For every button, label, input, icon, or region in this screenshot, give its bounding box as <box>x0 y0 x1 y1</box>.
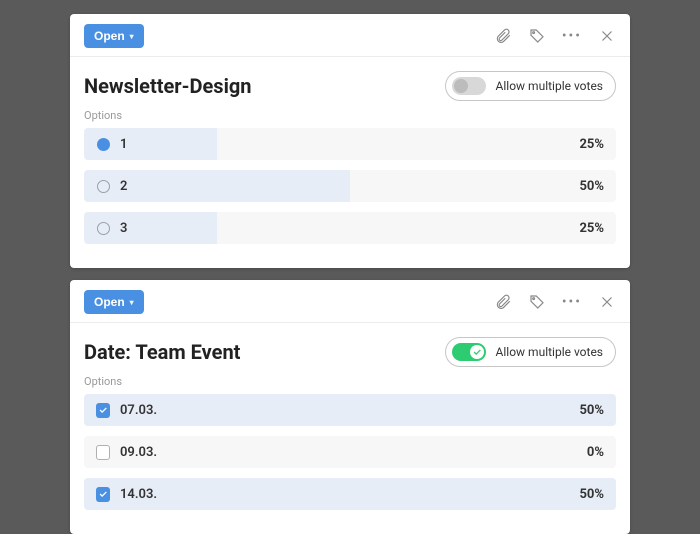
card-body: Date: Team Event Allow multiple votes Op… <box>70 323 630 524</box>
status-label: Open <box>94 295 125 309</box>
header-icons: ••• <box>494 293 616 311</box>
toggle-label: Allow multiple votes <box>496 345 603 359</box>
checkbox-checked-icon[interactable] <box>96 403 110 417</box>
close-icon[interactable] <box>598 27 616 45</box>
option-percentage: 25% <box>579 221 604 236</box>
option-percentage: 50% <box>579 487 604 502</box>
option-label: 09.03. <box>120 445 157 460</box>
status-open-button[interactable]: Open ▾ <box>84 24 144 48</box>
option-row[interactable]: 3 25% <box>84 212 616 244</box>
paperclip-icon[interactable] <box>494 27 512 45</box>
card-header: Open ▾ ••• <box>70 14 630 56</box>
option-row[interactable]: 1 25% <box>84 128 616 160</box>
title-row: Newsletter-Design Allow multiple votes <box>84 71 616 101</box>
option-label: 14.03. <box>120 487 157 502</box>
card-body: Newsletter-Design Allow multiple votes O… <box>70 57 630 258</box>
status-open-button[interactable]: Open ▾ <box>84 290 144 314</box>
options-heading: Options <box>84 109 616 122</box>
radio-empty-icon[interactable] <box>96 179 110 193</box>
poll-card: Open ▾ ••• Date: Team Event Allow m <box>70 280 630 534</box>
tag-icon[interactable] <box>528 27 546 45</box>
close-icon[interactable] <box>598 293 616 311</box>
option-row[interactable]: 14.03. 50% <box>84 478 616 510</box>
toggle-switch-icon <box>452 77 486 95</box>
option-percentage: 25% <box>579 137 604 152</box>
paperclip-icon[interactable] <box>494 293 512 311</box>
tag-icon[interactable] <box>528 293 546 311</box>
option-row[interactable]: 07.03. 50% <box>84 394 616 426</box>
option-percentage: 50% <box>579 179 604 194</box>
checkbox-checked-icon[interactable] <box>96 487 110 501</box>
option-label: 07.03. <box>120 403 157 418</box>
more-icon[interactable]: ••• <box>562 29 582 43</box>
radio-empty-icon[interactable] <box>96 221 110 235</box>
option-percentage: 50% <box>579 403 604 418</box>
options-heading: Options <box>84 375 616 388</box>
checkbox-empty-icon[interactable] <box>96 445 110 459</box>
option-label: 3 <box>120 221 127 236</box>
header-icons: ••• <box>494 27 616 45</box>
card-header: Open ▾ ••• <box>70 280 630 322</box>
title-row: Date: Team Event Allow multiple votes <box>84 337 616 367</box>
poll-title: Newsletter-Design <box>84 74 425 98</box>
chevron-down-icon: ▾ <box>130 32 134 41</box>
poll-title: Date: Team Event <box>84 340 425 364</box>
poll-card: Open ▾ ••• Newsletter-Design Allow <box>70 14 630 268</box>
allow-multiple-toggle[interactable]: Allow multiple votes <box>445 71 616 101</box>
toggle-switch-icon <box>452 343 486 361</box>
option-percentage: 0% <box>587 445 604 460</box>
toggle-label: Allow multiple votes <box>496 79 603 93</box>
allow-multiple-toggle[interactable]: Allow multiple votes <box>445 337 616 367</box>
option-row[interactable]: 09.03. 0% <box>84 436 616 468</box>
option-label: 2 <box>120 179 127 194</box>
more-icon[interactable]: ••• <box>562 295 582 309</box>
radio-filled-icon[interactable] <box>96 137 110 151</box>
option-label: 1 <box>120 137 127 152</box>
option-row[interactable]: 2 50% <box>84 170 616 202</box>
chevron-down-icon: ▾ <box>130 298 134 307</box>
status-label: Open <box>94 29 125 43</box>
